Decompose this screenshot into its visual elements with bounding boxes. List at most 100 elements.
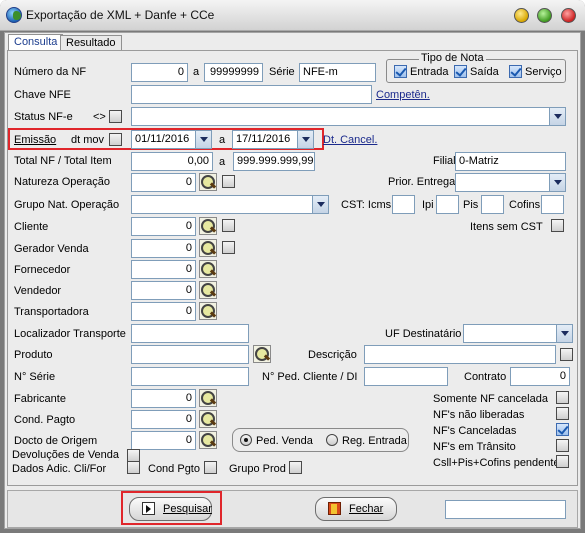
devolucoes-label: Devoluções de Venda — [12, 449, 120, 461]
cst-cofins-label: Cofins — [509, 199, 541, 211]
status-nfe-label: Status NF-e — [14, 111, 73, 123]
somente-cancelada-checkbox[interactable] — [556, 391, 569, 404]
dt-mov-label: dt mov — [71, 134, 105, 146]
nao-liberadas-checkbox[interactable] — [556, 407, 569, 420]
cond-pagto-input[interactable]: 0 — [131, 410, 196, 429]
dados-adic-checkbox[interactable] — [127, 461, 140, 474]
prior-entrega-select[interactable] — [455, 173, 566, 192]
n-serie-input[interactable] — [131, 367, 249, 386]
n-serie-label: N° Série — [14, 371, 56, 383]
search-fabricante-icon[interactable] — [199, 389, 217, 407]
ped-cliente-input[interactable] — [364, 367, 448, 386]
tab-consulta[interactable]: Consulta — [8, 34, 64, 51]
minimize-button[interactable] — [514, 8, 529, 23]
vendedor-input[interactable]: 0 — [131, 281, 196, 300]
fechar-button[interactable]: Fechar — [315, 497, 397, 521]
cliente-checkbox[interactable] — [222, 219, 235, 232]
transportadora-label: Transportadora — [14, 306, 89, 318]
reg-entrada-radio[interactable] — [326, 434, 338, 446]
nf-canceladas-checkbox[interactable] — [556, 423, 569, 436]
tipo-servico-label: Serviço — [525, 66, 562, 78]
csll-pendente-checkbox[interactable] — [556, 455, 569, 468]
numero-nf-to-input[interactable]: 99999999 — [204, 63, 263, 82]
dt-cancel-link[interactable]: Dt. Cancel. — [323, 134, 377, 146]
exit-door-icon — [328, 502, 341, 515]
emissao-to-date[interactable]: 17/11/2016 — [232, 130, 314, 149]
status-nfe-select[interactable] — [131, 107, 566, 126]
status-field — [445, 500, 566, 519]
title-bar[interactable]: Exportação de XML + Danfe + CCe — [0, 0, 585, 31]
tipo-saida-checkbox[interactable] — [454, 65, 467, 78]
app-globe-icon — [6, 7, 22, 23]
maximize-button[interactable] — [537, 8, 552, 23]
grupo-nat-select[interactable] — [131, 195, 329, 214]
emissao-to-value: 17/11/2016 — [236, 133, 291, 145]
chave-nfe-input[interactable] — [131, 85, 372, 104]
cst-ipi-input[interactable] — [436, 195, 459, 214]
tipo-servico-checkbox[interactable] — [509, 65, 522, 78]
consulta-panel: Número da NF 0 a 99999999 Série NFE-m Ti… — [7, 50, 578, 486]
fornecedor-input[interactable]: 0 — [131, 260, 196, 279]
tab-resultado[interactable]: Resultado — [60, 35, 122, 51]
search-cond-pagto-icon[interactable] — [199, 410, 217, 428]
cst-ipi-label: Ipi — [422, 199, 434, 211]
fabricante-input[interactable]: 0 — [131, 389, 196, 408]
chevron-down-icon — [312, 196, 328, 213]
produto-input[interactable] — [131, 345, 249, 364]
uf-destinatario-select[interactable] — [463, 324, 573, 343]
ped-venda-radio[interactable] — [240, 434, 252, 446]
gerador-checkbox[interactable] — [222, 241, 235, 254]
natureza-input[interactable]: 0 — [131, 173, 196, 192]
cond-pgto-checkbox[interactable] — [204, 461, 217, 474]
cst-icms-input[interactable] — [392, 195, 415, 214]
emissao-from-value: 01/11/2016 — [135, 133, 190, 145]
itens-sem-cst-checkbox[interactable] — [551, 219, 564, 232]
tipo-entrada-checkbox[interactable] — [394, 65, 407, 78]
search-fornecedor-icon[interactable] — [199, 260, 217, 278]
nf-canceladas-label: NF's Canceladas — [433, 425, 517, 437]
pesquisar-button[interactable]: Pesquisar — [129, 497, 212, 521]
natureza-checkbox[interactable] — [222, 175, 235, 188]
csll-pendente-label: Csll+Pis+Cofins pendente — [433, 457, 560, 469]
contrato-input[interactable]: 0 — [510, 367, 570, 386]
descricao-input[interactable] — [364, 345, 556, 364]
grupo-nat-label: Grupo Nat. Operação — [14, 199, 120, 211]
chevron-down-icon — [549, 108, 565, 125]
search-cliente-icon[interactable] — [199, 217, 217, 235]
localizador-input[interactable] — [131, 324, 249, 343]
status-not-equal-checkbox[interactable] — [109, 110, 122, 123]
tipo-entrada-label: Entrada — [410, 66, 449, 78]
tipo-saida-label: Saída — [470, 66, 499, 78]
emissao-from-date[interactable]: 01/11/2016 — [131, 130, 212, 149]
descricao-checkbox[interactable] — [560, 348, 573, 361]
gerador-venda-input[interactable]: 0 — [131, 239, 196, 258]
docto-origem-label: Docto de Origem — [14, 435, 98, 447]
cliente-input[interactable]: 0 — [131, 217, 196, 236]
filial-select[interactable]: 0-Matriz — [455, 152, 566, 171]
cliente-label: Cliente — [14, 221, 49, 233]
cst-cofins-input[interactable] — [541, 195, 564, 214]
search-vendedor-icon[interactable] — [199, 281, 217, 299]
nf-em-transito-checkbox[interactable] — [556, 439, 569, 452]
search-docto-icon[interactable] — [199, 431, 217, 449]
search-transportadora-icon[interactable] — [199, 302, 217, 320]
transportadora-input[interactable]: 0 — [131, 302, 196, 321]
dt-mov-checkbox[interactable] — [109, 133, 122, 146]
serie-select[interactable]: NFE-m — [299, 63, 376, 82]
search-produto-icon[interactable] — [253, 345, 271, 363]
cst-pis-input[interactable] — [481, 195, 504, 214]
total-from-input[interactable]: 0,00 — [131, 152, 213, 171]
competen-link[interactable]: Competên. — [376, 89, 430, 101]
numero-nf-from-input[interactable]: 0 — [131, 63, 188, 82]
cond-pagto-label: Cond. Pagto — [14, 414, 76, 426]
search-natureza-icon[interactable] — [199, 173, 217, 191]
emissao-label: Emissão — [14, 134, 57, 146]
filial-value: 0-Matriz — [459, 155, 499, 167]
chevron-down-icon — [297, 131, 313, 148]
search-gerador-icon[interactable] — [199, 239, 217, 257]
total-to-input[interactable]: 999.999.999,99 — [233, 152, 315, 171]
docto-origem-input[interactable]: 0 — [131, 431, 196, 450]
numero-nf-label: Número da NF — [14, 66, 87, 78]
grupo-prod-checkbox[interactable] — [289, 461, 302, 474]
close-button[interactable] — [561, 8, 576, 23]
